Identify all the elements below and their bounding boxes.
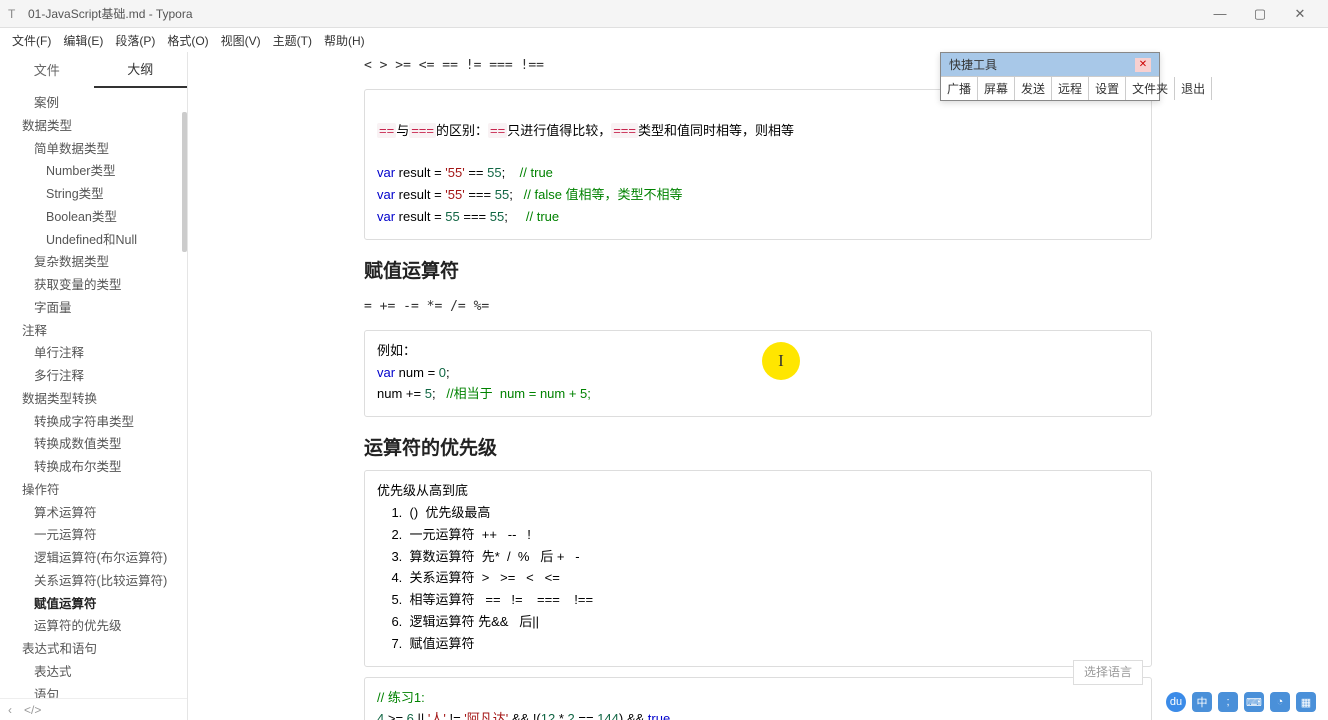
sidebar-scrollbar[interactable] — [182, 112, 187, 252]
window-title: 01-JavaScript基础.md - Typora — [28, 5, 1200, 22]
floatpanel-tab[interactable]: 广播 — [941, 77, 978, 100]
outline-item[interactable]: Undefined和Null — [4, 229, 187, 252]
outline-item[interactable]: 操作符 — [4, 479, 187, 502]
outline-item[interactable]: 多行注释 — [4, 365, 187, 388]
outline-item[interactable]: 一元运算符 — [4, 524, 187, 547]
outline-item[interactable]: 算术运算符 — [4, 502, 187, 525]
outline-item[interactable]: Boolean类型 — [4, 206, 187, 229]
heading-priority: 运算符的优先级 — [364, 433, 1152, 460]
outline-item[interactable]: 转换成字符串类型 — [4, 411, 187, 434]
menu-edit[interactable]: 编辑(E) — [57, 32, 109, 49]
outline-item[interactable]: 关系运算符(比较运算符) — [4, 570, 187, 593]
menu-file[interactable]: 文件(F) — [6, 32, 57, 49]
code-block-exercise[interactable]: 选择语言// 练习1: 4 >= 6 || '人' != '阿凡达' && !(… — [364, 677, 1152, 720]
close-button[interactable]: ✕ — [1280, 0, 1320, 28]
outline-list[interactable]: 案例数据类型简单数据类型Number类型String类型Boolean类型Und… — [0, 88, 187, 698]
sidebar: 文件 大纲 案例数据类型简单数据类型Number类型String类型Boolea… — [0, 52, 188, 720]
outline-item[interactable]: 表达式 — [4, 661, 187, 684]
outline-item[interactable]: 注释 — [4, 320, 187, 343]
outline-item[interactable]: 逻辑运算符(布尔运算符) — [4, 547, 187, 570]
sidebar-back-icon[interactable]: ‹ — [8, 703, 12, 717]
floating-tool-panel[interactable]: 快捷工具 ✕ 广播屏幕发送远程设置文件夹退出 — [940, 52, 1160, 101]
app-icon: T — [8, 7, 22, 21]
menu-help[interactable]: 帮助(H) — [318, 32, 371, 49]
floatpanel-close-icon[interactable]: ✕ — [1135, 58, 1151, 72]
tray-icon-kbd[interactable]: ⌨ — [1244, 692, 1264, 712]
heading-assign: 赋值运算符 — [364, 256, 1152, 283]
outline-item[interactable]: 字面量 — [4, 297, 187, 320]
code-block-compare[interactable]: ==与===的区别：==只进行值得比较，===类型和值同时相等，则相等 var … — [364, 89, 1152, 240]
tray-icon-ime[interactable]: 中 — [1192, 692, 1212, 712]
code-block-assign[interactable]: 例如： var num = 0; num += 5; //相当于 num = n… — [364, 330, 1152, 417]
outline-item[interactable]: 单行注释 — [4, 342, 187, 365]
floatpanel-titlebar[interactable]: 快捷工具 ✕ — [941, 53, 1159, 76]
code-block-priority[interactable]: 优先级从高到底 1. () 优先级最高 2. 一元运算符 ++ -- ! 3. … — [364, 470, 1152, 666]
outline-item[interactable]: 语句 — [4, 684, 187, 699]
floatpanel-tab[interactable]: 退出 — [1175, 77, 1212, 100]
outline-item[interactable]: 转换成数值类型 — [4, 433, 187, 456]
menu-paragraph[interactable]: 段落(P) — [109, 32, 161, 49]
floatpanel-tab[interactable]: 发送 — [1015, 77, 1052, 100]
floatpanel-title: 快捷工具 — [949, 56, 997, 73]
menu-theme[interactable]: 主题(T) — [267, 32, 318, 49]
outline-item[interactable]: 数据类型 — [4, 115, 187, 138]
outline-item[interactable]: Number类型 — [4, 160, 187, 183]
menubar: 文件(F) 编辑(E) 段落(P) 格式(O) 视图(V) 主题(T) 帮助(H… — [0, 28, 1328, 52]
floatpanel-tab[interactable]: 设置 — [1089, 77, 1126, 100]
outline-item[interactable]: 赋值运算符 — [4, 593, 187, 616]
code-lang-selector[interactable]: 选择语言 — [1073, 660, 1143, 685]
titlebar: T 01-JavaScript基础.md - Typora — ▢ ✕ — [0, 0, 1328, 28]
editor-content[interactable]: < > >= <= == != === !== ==与===的区别：==只进行值… — [188, 52, 1328, 720]
floatpanel-tab[interactable]: 远程 — [1052, 77, 1089, 100]
outline-item[interactable]: 数据类型转换 — [4, 388, 187, 411]
floatpanel-tab[interactable]: 屏幕 — [978, 77, 1015, 100]
outline-item[interactable]: 获取变量的类型 — [4, 274, 187, 297]
tray-icon-baidu[interactable]: du — [1166, 692, 1186, 712]
floatpanel-tabs: 广播屏幕发送远程设置文件夹退出 — [941, 76, 1159, 100]
sidebar-tab-file[interactable]: 文件 — [0, 52, 94, 87]
sidebar-tab-outline[interactable]: 大纲 — [94, 51, 188, 88]
menu-format[interactable]: 格式(O) — [161, 32, 214, 49]
sidebar-footer: ‹ </> — [0, 698, 187, 720]
maximize-button[interactable]: ▢ — [1240, 0, 1280, 28]
tray-icon-user[interactable]: ◔ — [1270, 692, 1290, 712]
outline-item[interactable]: 复杂数据类型 — [4, 251, 187, 274]
assign-ops-line: = += -= *= /= %= — [364, 293, 1152, 320]
outline-item[interactable]: 运算符的优先级 — [4, 615, 187, 638]
tray-icon-punct[interactable]: ; — [1218, 692, 1238, 712]
outline-item[interactable]: 转换成布尔类型 — [4, 456, 187, 479]
outline-item[interactable]: 表达式和语句 — [4, 638, 187, 661]
outline-item[interactable]: 简单数据类型 — [4, 138, 187, 161]
outline-item[interactable]: String类型 — [4, 183, 187, 206]
taskbar-tray: du 中 ; ⌨ ◔ ▦ — [1166, 692, 1316, 712]
window-controls: — ▢ ✕ — [1200, 0, 1320, 28]
outline-item[interactable]: 案例 — [4, 92, 187, 115]
menu-view[interactable]: 视图(V) — [215, 32, 267, 49]
tray-icon-grid[interactable]: ▦ — [1296, 692, 1316, 712]
floatpanel-tab[interactable]: 文件夹 — [1126, 77, 1175, 100]
sidebar-tabs: 文件 大纲 — [0, 52, 187, 88]
minimize-button[interactable]: — — [1200, 0, 1240, 28]
sidebar-code-icon[interactable]: </> — [24, 703, 41, 717]
